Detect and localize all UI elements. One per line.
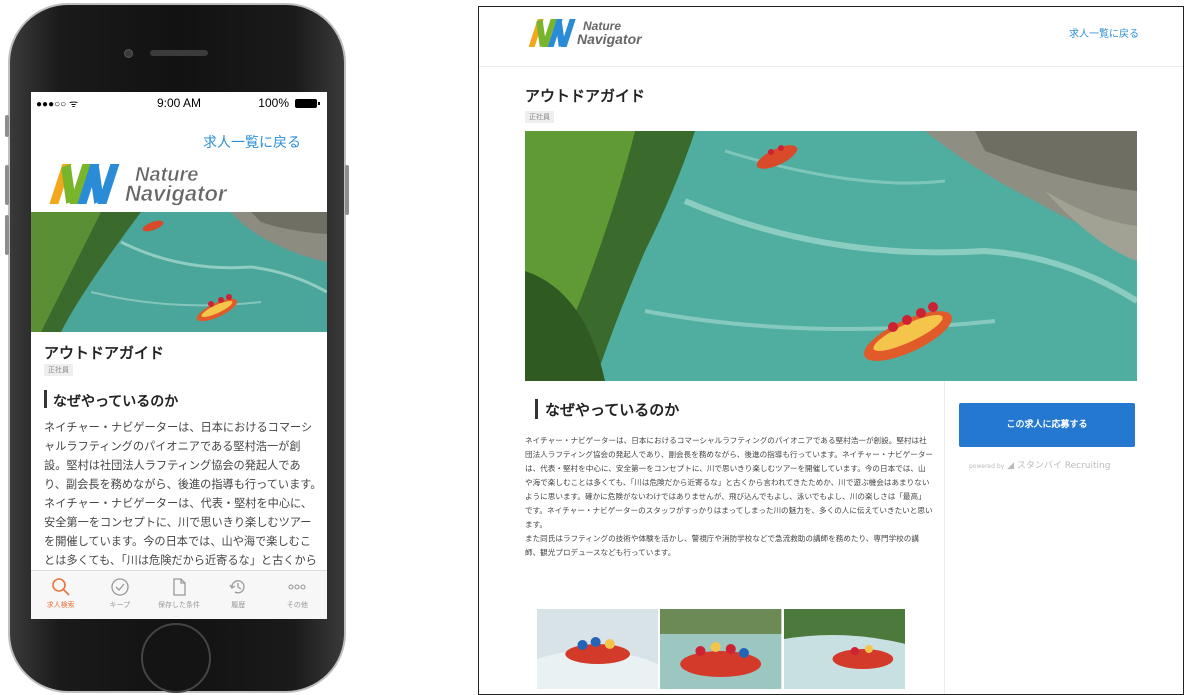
tab-history[interactable]: 履歴 — [209, 571, 268, 619]
powered-by-standby[interactable]: powered by ◢ スタンバイ Recruiting — [969, 458, 1110, 471]
tab-label: キープ — [109, 601, 131, 609]
volume-down-button — [5, 215, 9, 255]
logo-line2: Navigator — [577, 31, 643, 47]
powered-suffix: Recruiting — [1064, 461, 1111, 471]
photo-gallery — [537, 609, 905, 689]
job-title: アウトドアガイド — [525, 87, 646, 105]
tab-label: 保存した条件 — [158, 601, 200, 609]
job-description: ネイチャー・ナビゲーターは、日本におけるコマーシャルラフティングのパイオニアであ… — [525, 434, 933, 560]
column-divider — [944, 381, 945, 694]
status-bar: ●●●○○ ᯤ 9:00 AM 100% — [31, 92, 327, 114]
tab-more[interactable]: その他 — [268, 571, 327, 619]
desktop-job-page: Nature Navigator 求人一覧に戻る アウトドアガイド 正社員 なぜ… — [478, 6, 1184, 695]
tab-label: 求人検索 — [46, 601, 75, 609]
earpiece-speaker — [150, 50, 208, 56]
job-title: アウトドアガイド — [44, 344, 165, 362]
document-icon — [173, 578, 186, 596]
section-title: なぜやっているのか — [53, 394, 179, 410]
nature-navigator-logo: Nature Navigator — [528, 19, 643, 47]
bottom-tab-bar: 求人検索 キープ 保存した条件 履歴 その他 — [31, 570, 327, 619]
phone-screen: ●●●○○ ᯤ 9:00 AM 100% 求人一覧に戻る Nature Navi… — [31, 92, 327, 619]
site-header: Nature Navigator 求人一覧に戻る — [479, 7, 1183, 67]
home-button[interactable] — [141, 623, 211, 693]
nature-navigator-logo: Nature Navigator — [49, 164, 228, 206]
rafting-photo-2 — [660, 609, 782, 689]
job-description: ネイチャー・ナビゲーターは、日本におけるコマーシャルラフティングのパイオニアであ… — [44, 421, 322, 567]
volume-up-button — [5, 165, 9, 205]
battery-icon — [295, 99, 320, 108]
back-to-jobs-link[interactable]: 求人一覧に戻る — [203, 132, 301, 152]
job-description-paragraph: また同氏はラフティングの技術や体験を活かし、警視庁や消防学校などで急流救助の講師… — [525, 534, 919, 557]
front-camera — [124, 49, 133, 58]
river-rafting-hero-image — [31, 212, 327, 332]
tab-label: その他 — [286, 601, 308, 609]
tab-job-search[interactable]: 求人検索 — [31, 571, 90, 619]
check-circle-icon — [111, 578, 129, 596]
powered-brand: スタンバイ — [1016, 461, 1062, 471]
gallery-photo[interactable] — [783, 609, 905, 689]
section-accent-bar — [535, 399, 538, 419]
tab-label: 履歴 — [231, 601, 246, 609]
history-icon — [229, 580, 245, 594]
job-description-paragraph: ネイチャー・ナビゲーターは、日本におけるコマーシャルラフティングのパイオニアであ… — [525, 436, 934, 529]
employment-type-badge: 正社員 — [525, 111, 554, 123]
gallery-photo[interactable] — [537, 609, 659, 689]
rafting-photo-1 — [537, 609, 659, 689]
search-icon — [51, 578, 70, 596]
rafting-photo-3 — [783, 609, 905, 689]
tab-keep[interactable]: キープ — [90, 571, 149, 619]
power-button — [345, 165, 349, 215]
section-accent-bar — [44, 390, 47, 408]
powered-prefix: powered by — [969, 463, 1005, 470]
apply-button[interactable]: この求人に応募する — [959, 403, 1135, 447]
employment-type-badge: 正社員 — [44, 364, 73, 376]
river-rafting-hero-image — [525, 131, 1137, 381]
back-to-jobs-link[interactable]: 求人一覧に戻る — [1069, 25, 1139, 40]
logo-line2: Navigator — [125, 181, 228, 206]
standby-logo-icon: ◢ — [1007, 461, 1014, 471]
phone-mockup: ●●●○○ ᯤ 9:00 AM 100% 求人一覧に戻る Nature Navi… — [5, 3, 349, 693]
mute-switch — [5, 115, 9, 137]
battery-percent: 100% — [258, 96, 289, 110]
gallery-photo[interactable] — [660, 609, 782, 689]
tab-saved-conditions[interactable]: 保存した条件 — [149, 571, 208, 619]
section-title: なぜやっているのか — [545, 401, 680, 419]
more-icon — [288, 584, 306, 590]
